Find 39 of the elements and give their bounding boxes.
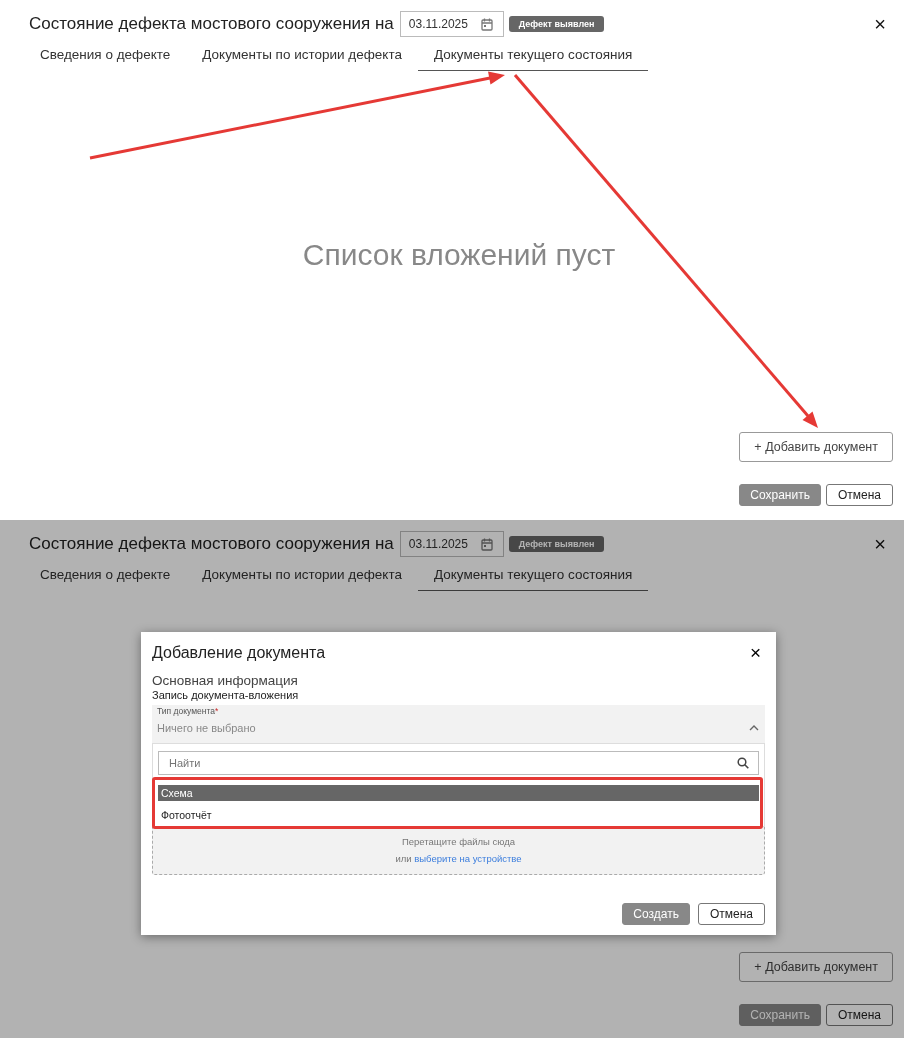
create-button[interactable]: Создать <box>622 903 690 925</box>
select-placeholder: Ничего не выбрано <box>157 722 256 734</box>
tab[interactable]: Документы текущего состояния <box>417 45 649 71</box>
window-title: Состояние дефекта мостового сооружения на <box>29 534 394 554</box>
cancel-button[interactable]: Отмена <box>825 1004 893 1026</box>
cancel-button[interactable]: Отмена <box>825 484 893 506</box>
close-button[interactable]: × <box>868 12 892 36</box>
save-button[interactable]: Сохранить <box>739 484 821 506</box>
calendar-icon[interactable] <box>480 537 493 551</box>
date-field[interactable]: 03.11.2025 <box>399 531 504 557</box>
add-document-button[interactable]: + Добавить документ <box>739 952 893 982</box>
subsection-heading: Запись документа-вложения <box>152 689 300 701</box>
date-field[interactable]: 03.11.2025 <box>399 11 504 37</box>
dropdown-option[interactable]: Схема <box>158 785 759 801</box>
dropdown-option[interactable]: Фотоотчёт <box>158 807 759 823</box>
document-type-select[interactable]: Тип документа* Ничего не выбрано <box>152 705 765 743</box>
choose-file-link[interactable]: выберите на устройстве <box>414 853 522 864</box>
calendar-icon[interactable] <box>480 17 493 31</box>
search-icon <box>737 757 749 769</box>
status-badge: Дефект выявлен <box>508 16 605 32</box>
field-label: Тип документа <box>157 706 215 716</box>
search-field[interactable]: Найти <box>158 751 759 775</box>
window-title: Состояние дефекта мостового сооружения на <box>29 14 394 34</box>
required-mark: * <box>215 706 219 716</box>
tab[interactable]: Документы по истории дефекта <box>186 565 418 591</box>
dropzone-text: или <box>395 853 412 864</box>
section-heading: Основная информация <box>152 673 299 688</box>
dialog-title: Добавление документа <box>152 644 326 662</box>
tab[interactable]: Сведения о дефекте <box>24 565 187 591</box>
cancel-button[interactable]: Отмена <box>697 903 765 925</box>
close-button[interactable]: × <box>745 642 765 664</box>
empty-message: Список вложений пуст <box>302 237 616 272</box>
tab[interactable]: Сведения о дефекте <box>24 45 187 71</box>
close-button[interactable]: × <box>868 532 892 556</box>
status-badge: Дефект выявлен <box>508 536 605 552</box>
add-document-button[interactable]: + Добавить документ <box>739 432 893 462</box>
tab[interactable]: Документы текущего состояния <box>417 565 649 591</box>
tab[interactable]: Документы по истории дефекта <box>186 45 418 71</box>
dropzone-text: Перетащите файлы сюда <box>401 836 516 847</box>
